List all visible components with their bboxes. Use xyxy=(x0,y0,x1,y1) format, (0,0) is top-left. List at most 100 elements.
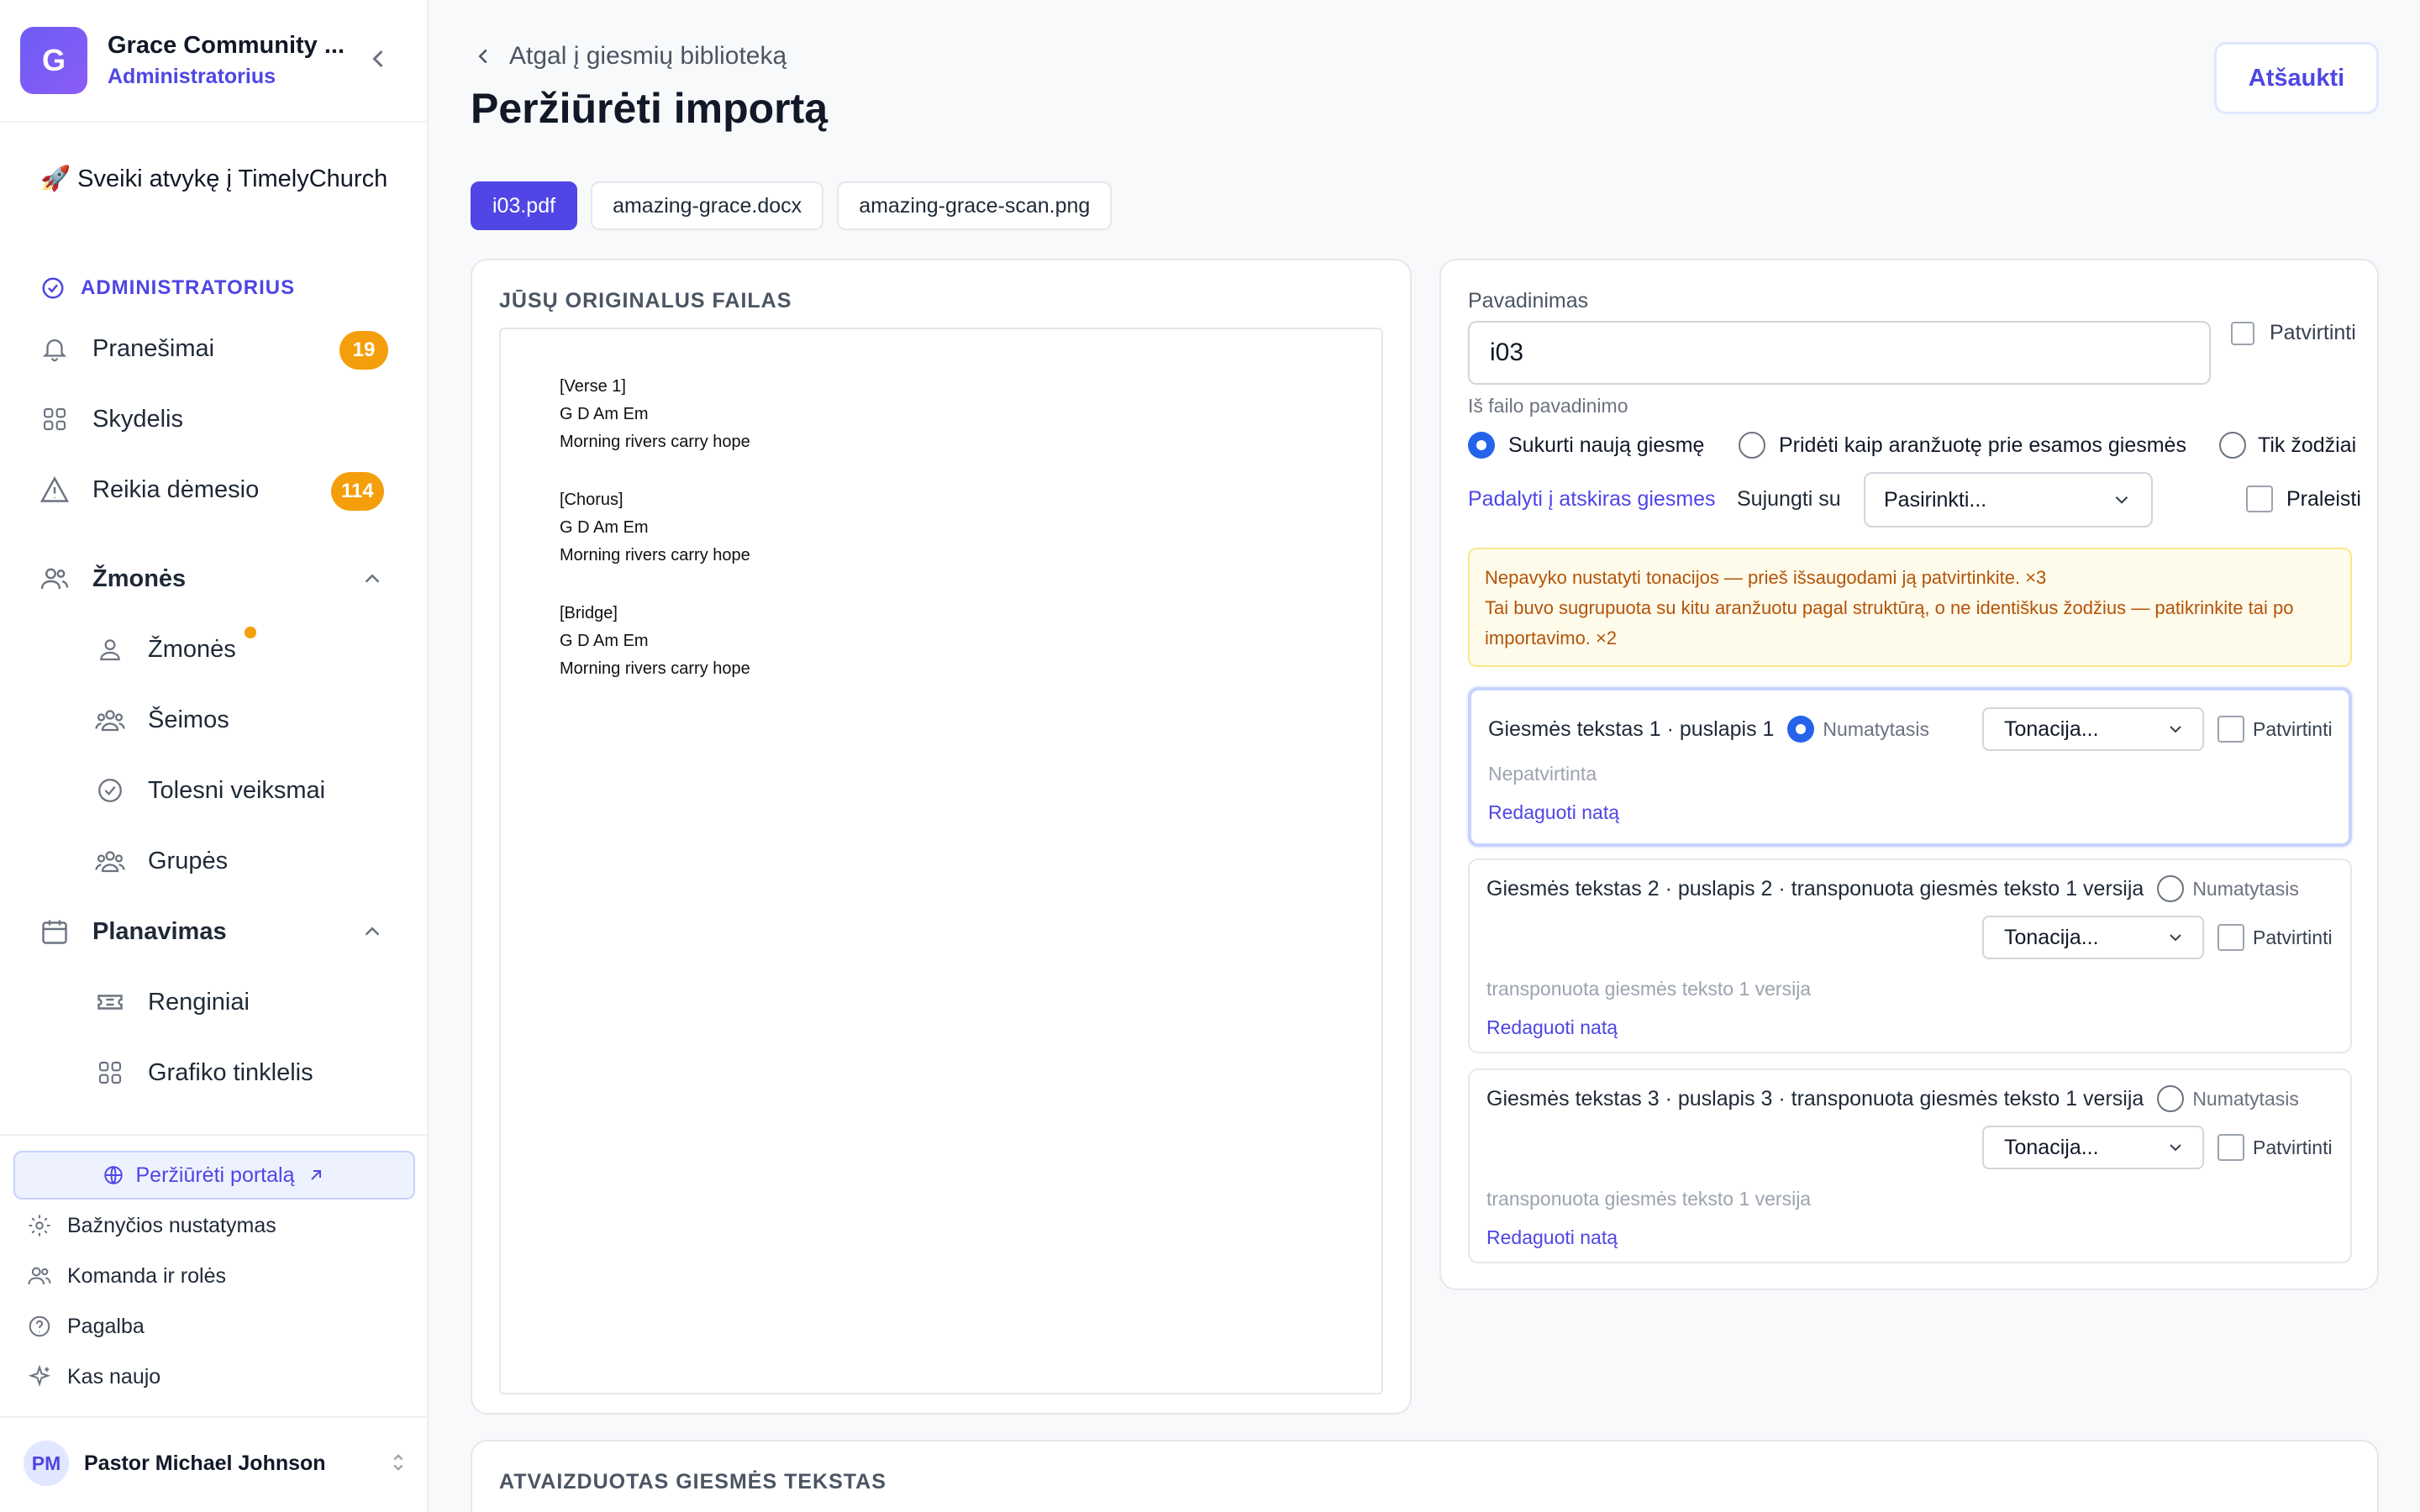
scroll-fade xyxy=(0,1109,427,1134)
option-label: Sukurti naują giesmę xyxy=(1508,433,1705,457)
sidebar-item-label: Renginiai xyxy=(148,988,250,1016)
radio-selected[interactable] xyxy=(1468,432,1495,459)
sidebar: G Grace Community ... Administratorius 🚀… xyxy=(0,0,429,1512)
sidebar-item-notifications[interactable]: Pranešimai xyxy=(39,333,214,365)
merge-select[interactable]: Pasirinkti... xyxy=(1864,472,2153,528)
footer-label: Bažnyčios nustatymas xyxy=(67,1213,276,1237)
globe-icon xyxy=(103,1166,123,1184)
status-text: transponuota giesmės teksto 1 versija xyxy=(1486,1188,1812,1210)
sidebar-item-schedule-grid[interactable]: Grafiko tinklelis xyxy=(94,1057,313,1089)
lyrics-block[interactable]: Giesmės tekstas 3 · puslapis 3 · transpo… xyxy=(1468,1068,2352,1263)
confirm-checkbox[interactable]: Patvirtinti xyxy=(2217,716,2333,743)
back-link[interactable]: Atgal į giesmių biblioteką xyxy=(471,42,786,71)
sidebar-item-groups[interactable]: Grupės xyxy=(94,845,228,877)
sidebar-item-label: Tolesni veiksmai xyxy=(148,776,326,804)
confirm-label: Patvirtinti xyxy=(2253,926,2333,948)
user-name: Pastor Michael Johnson xyxy=(84,1451,326,1475)
sidebar-item-attention[interactable]: Reikia dėmesio xyxy=(39,474,259,506)
checkbox[interactable] xyxy=(2231,321,2254,345)
confirm-label: Patvirtinti xyxy=(2270,321,2356,344)
edit-note-link[interactable]: Redaguoti natą xyxy=(1486,1226,1618,1249)
option-lyrics-only[interactable]: Tik žodžiai xyxy=(2219,432,2356,459)
view-portal-button[interactable]: Peržiūrėti portalą xyxy=(13,1151,415,1200)
people-icon xyxy=(39,563,71,595)
option-create-new[interactable]: Sukurti naują giesmę xyxy=(1468,432,1704,459)
checkbox[interactable] xyxy=(2217,1134,2244,1161)
pdf-preview[interactable]: [Verse 1] G D Am Em Morning rivers carry… xyxy=(499,328,1383,1394)
file-tab[interactable]: amazing-grace.docx xyxy=(591,181,824,230)
lyrics-block-header: Giesmės tekstas 3 · puslapis 3 · transpo… xyxy=(1486,1085,2299,1112)
radio[interactable] xyxy=(1739,432,1765,459)
chevron-up-icon[interactable] xyxy=(360,919,385,944)
default-label: Numatytasis xyxy=(1823,717,1929,740)
warning-text: Tai buvo sugrupuota su kitu aranžuotu pa… xyxy=(1485,597,2294,648)
sidebar-item-dashboard[interactable]: Skydelis xyxy=(39,403,183,435)
file-tab[interactable]: amazing-grace-scan.png xyxy=(837,181,1113,230)
split-songs-link[interactable]: Padalyti į atskiras giesmes xyxy=(1468,487,1716,512)
pdf-line: Morning rivers carry hope xyxy=(560,659,750,678)
sidebar-group-planning[interactable]: Planavimas xyxy=(39,916,227,948)
rendered-lyrics-card: ATVAIZDUOTAS GIESMĖS TEKSTAS xyxy=(471,1440,2379,1512)
whats-new-link[interactable]: Kas naujo xyxy=(27,1364,160,1389)
sidebar-item-families[interactable]: Šeimos xyxy=(94,704,229,736)
admin-section-label: ADMINISTRATORIUS xyxy=(81,276,296,299)
lyrics-block[interactable]: Giesmės tekstas 1 · puslapis 1 Numatytas… xyxy=(1468,687,2352,847)
original-file-heading: JŪSŲ ORIGINALUS FAILAS xyxy=(499,289,792,312)
team-roles-link[interactable]: Komanda ir rolės xyxy=(27,1263,226,1289)
sidebar-item-label: Pranešimai xyxy=(92,334,215,362)
status-text: Nepatvirtinta xyxy=(1488,763,1597,785)
calendar-icon xyxy=(39,916,71,948)
key-select[interactable]: Tonacija... xyxy=(1982,707,2204,751)
org-switcher[interactable]: G Grace Community ... Administratorius xyxy=(20,27,345,94)
sidebar-item-events[interactable]: Renginiai xyxy=(94,986,250,1018)
sidebar-group-people[interactable]: Žmonės xyxy=(39,563,186,595)
default-radio[interactable] xyxy=(2157,1085,2185,1112)
import-settings-card: Pavadinimas i03 Patvirtinti Iš failo pav… xyxy=(1439,259,2379,1290)
edit-note-link[interactable]: Redaguoti natą xyxy=(1488,801,1619,824)
sidebar-item-label: Grafiko tinklelis xyxy=(148,1058,313,1086)
lyrics-block-title: Giesmės tekstas 3 · puslapis 3 · transpo… xyxy=(1486,1086,2144,1110)
song-name-input[interactable]: i03 xyxy=(1468,321,2211,385)
help-link[interactable]: Pagalba xyxy=(27,1314,145,1339)
key-select[interactable]: Tonacija... xyxy=(1982,1126,2204,1169)
default-radio-selected[interactable] xyxy=(1787,716,1815,743)
external-link-icon xyxy=(311,1170,322,1180)
chevron-down-icon xyxy=(2170,934,2181,942)
pdf-line-gap xyxy=(560,456,750,486)
grid-icon xyxy=(94,1057,126,1089)
sidebar-item-follow-ups[interactable]: Tolesni veiksmai xyxy=(94,774,325,806)
avatar: PM xyxy=(24,1441,69,1486)
chevron-left-icon[interactable] xyxy=(363,44,393,74)
sidebar-item-label: Reikia dėmesio xyxy=(92,475,260,503)
org-logo: G xyxy=(20,27,87,94)
org-name: Grace Community ... xyxy=(108,32,345,59)
edit-note-link[interactable]: Redaguoti natą xyxy=(1486,1016,1618,1039)
confirm-checkbox[interactable]: Patvirtinti xyxy=(2217,924,2333,951)
option-add-arrangement[interactable]: Pridėti kaip aranžuotę prie esamos giesm… xyxy=(1739,432,2186,459)
lyrics-block[interactable]: Giesmės tekstas 2 · puslapis 2 · transpo… xyxy=(1468,858,2352,1053)
cancel-button[interactable]: Atšaukti xyxy=(2214,42,2379,114)
user-menu[interactable]: PM Pastor Michael Johnson xyxy=(24,1441,410,1486)
sidebar-item-people[interactable]: Žmonės xyxy=(94,633,236,665)
confirm-checkbox[interactable]: Patvirtinti xyxy=(2217,1134,2333,1161)
chevron-updown-icon xyxy=(393,1454,403,1471)
check-circle-icon xyxy=(94,774,126,806)
default-radio[interactable] xyxy=(2157,875,2185,902)
admin-section-heading: ADMINISTRATORIUS xyxy=(40,276,295,301)
radio[interactable] xyxy=(2219,432,2246,459)
key-select-value: Tonacija... xyxy=(2004,717,2099,741)
key-select[interactable]: Tonacija... xyxy=(1982,916,2204,959)
chevron-up-icon[interactable] xyxy=(360,566,385,591)
page-title: Peržiūrėti importą xyxy=(471,85,829,132)
confirm-name-checkbox[interactable]: Patvirtinti xyxy=(2231,321,2356,345)
church-settings-link[interactable]: Bažnyčios nustatymas xyxy=(27,1213,276,1238)
confirm-label: Patvirtinti xyxy=(2253,1136,2333,1158)
file-tab[interactable]: i03.pdf xyxy=(471,181,578,230)
key-select-value: Tonacija... xyxy=(2004,1135,2099,1159)
checkbox[interactable] xyxy=(2246,486,2273,512)
gear-icon xyxy=(29,1215,50,1236)
lyrics-block-header: Giesmės tekstas 1 · puslapis 1 Numatytas… xyxy=(1488,716,1929,743)
checkbox[interactable] xyxy=(2217,924,2244,951)
skip-checkbox[interactable]: Praleisti xyxy=(2246,486,2361,512)
checkbox[interactable] xyxy=(2217,716,2244,743)
